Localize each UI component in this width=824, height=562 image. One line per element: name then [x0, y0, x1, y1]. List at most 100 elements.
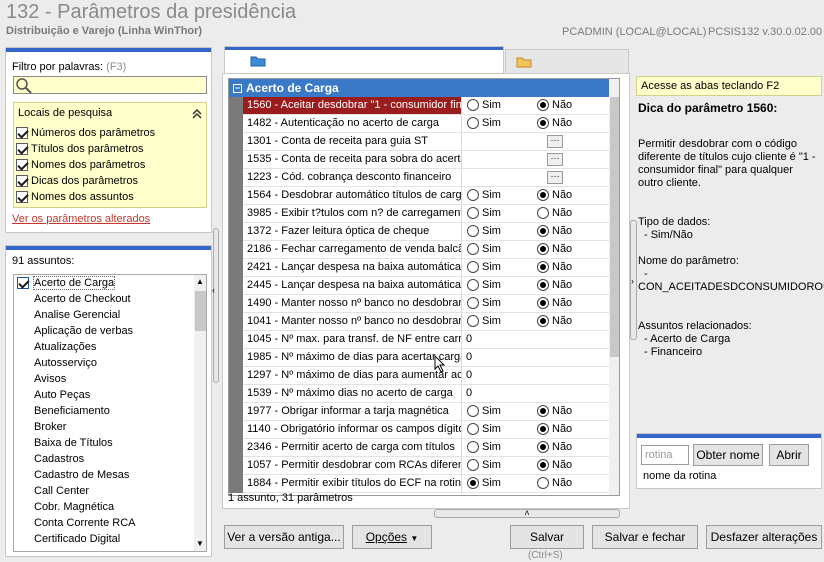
- radio-nao[interactable]: Não: [537, 421, 572, 438]
- number-value[interactable]: 0: [466, 331, 472, 348]
- radio-nao[interactable]: Não: [537, 241, 572, 258]
- radio-nao-icon[interactable]: [537, 459, 549, 472]
- parameter-value[interactable]: Sim Não: [463, 223, 611, 240]
- parameter-name[interactable]: 1482 - Autenticação no acerto de carga: [243, 115, 462, 132]
- parameter-row[interactable]: 2346 - Permitir acerto de carga com títu…: [229, 439, 611, 457]
- get-name-button[interactable]: Obter nome: [693, 444, 763, 466]
- parameter-name[interactable]: 1977 - Obrigar informar a tarja magnétic…: [243, 403, 462, 420]
- parameter-value[interactable]: Sim Não: [463, 259, 611, 276]
- parameter-row[interactable]: 1539 - Nº máximo dias no acerto de carga…: [229, 385, 611, 403]
- parameter-name[interactable]: 1045 - Nº max. para transf. de NF entre …: [243, 331, 462, 348]
- radio-nao-icon[interactable]: [537, 99, 549, 112]
- subject-item[interactable]: Call Center: [14, 483, 206, 499]
- old-version-button[interactable]: Ver a versão antiga...: [224, 525, 344, 549]
- subjects-list[interactable]: Acerto de Carga Acerto de Checkout Analise…: [13, 274, 207, 552]
- radio-nao[interactable]: Não: [537, 403, 572, 420]
- parameter-value[interactable]: 0: [463, 367, 611, 384]
- radio-sim-icon[interactable]: [467, 315, 479, 328]
- rotina-input[interactable]: rotina: [641, 445, 689, 465]
- number-value[interactable]: 0: [466, 385, 472, 402]
- radio-nao[interactable]: Não: [537, 205, 572, 222]
- radio-nao[interactable]: Não: [537, 457, 572, 474]
- subjects-scrollbar[interactable]: ▲ ▼: [194, 275, 206, 551]
- save-close-button[interactable]: Salvar e fechar: [592, 525, 698, 549]
- radio-sim-icon[interactable]: [467, 117, 479, 130]
- radio-sim-icon[interactable]: [467, 261, 479, 274]
- tab-other[interactable]: [505, 49, 629, 73]
- parameter-row[interactable]: 1977 - Obrigar informar a tarja magnétic…: [229, 403, 611, 421]
- parameter-value[interactable]: ···: [463, 169, 611, 186]
- parameter-row[interactable]: 2421 - Lançar despesa na baixa automátic…: [229, 259, 611, 277]
- parameter-value[interactable]: Sim Não: [463, 403, 611, 420]
- parameter-row[interactable]: 1301 - Conta de receita para guia ST ···: [229, 133, 611, 151]
- radio-nao-icon[interactable]: [537, 225, 549, 238]
- parameter-row[interactable]: 1297 - Nº máximo de dias para aumentar a…: [229, 367, 611, 385]
- radio-nao-icon[interactable]: [537, 117, 549, 130]
- radio-nao-icon[interactable]: [537, 297, 549, 310]
- radio-sim[interactable]: Sim: [467, 115, 501, 132]
- parameter-value[interactable]: Sim Não: [463, 187, 611, 204]
- collapse-icon[interactable]: [192, 109, 202, 119]
- radio-nao-icon[interactable]: [537, 279, 549, 292]
- search-location-option[interactable]: Nomes dos assuntos: [16, 189, 155, 205]
- subject-item[interactable]: Acerto de Carga: [14, 275, 206, 291]
- radio-nao[interactable]: Não: [537, 475, 572, 492]
- radio-sim[interactable]: Sim: [467, 223, 501, 240]
- subject-item[interactable]: Cadastros: [14, 451, 206, 467]
- parameter-name[interactable]: 1490 - Manter nosso nº banco no desdobra…: [243, 295, 462, 312]
- radio-sim[interactable]: Sim: [467, 295, 501, 312]
- parameter-value[interactable]: 0: [463, 349, 611, 366]
- parameter-row[interactable]: 1223 - Cód. cobrança desconto financeiro…: [229, 169, 611, 187]
- radio-sim[interactable]: Sim: [467, 475, 501, 492]
- parameter-name[interactable]: 1560 - Aceitar desdobrar "1 - consumidor…: [243, 97, 462, 114]
- parameter-value[interactable]: Sim Não: [463, 475, 611, 492]
- subject-item[interactable]: Acerto de Checkout: [14, 291, 206, 307]
- checkbox-icon[interactable]: [16, 191, 28, 204]
- grid-scroll-thumb[interactable]: [610, 97, 619, 357]
- checkbox-icon[interactable]: [16, 143, 28, 156]
- parameter-value[interactable]: Sim Não: [463, 205, 611, 222]
- parameter-row[interactable]: 1884 - Permitir exibir títulos do ECF na…: [229, 475, 611, 493]
- subject-item[interactable]: Beneficiamento: [14, 403, 206, 419]
- parameter-row[interactable]: 1057 - Permitir desdobrar com RCAs difer…: [229, 457, 611, 475]
- checkbox-icon[interactable]: [16, 175, 28, 188]
- radio-sim[interactable]: Sim: [467, 205, 501, 222]
- altered-params-link[interactable]: Ver os parâmetros alterados: [12, 213, 150, 225]
- left-splitter[interactable]: ‹: [212, 228, 220, 383]
- number-value[interactable]: 0: [466, 367, 472, 384]
- radio-sim[interactable]: Sim: [467, 421, 501, 438]
- radio-sim-icon[interactable]: [467, 297, 479, 310]
- parameter-row[interactable]: 1560 - Aceitar desdobrar "1 - consumidor…: [229, 97, 611, 115]
- lookup-button[interactable]: ···: [547, 135, 563, 148]
- parameter-row[interactable]: 1985 - Nº máximo de dias para acertar ca…: [229, 349, 611, 367]
- radio-sim[interactable]: Sim: [467, 259, 501, 276]
- parameter-value[interactable]: ···: [463, 151, 611, 168]
- undo-button[interactable]: Desfazer alterações: [706, 525, 822, 549]
- subject-item[interactable]: Aplicação de verbas: [14, 323, 206, 339]
- search-location-option[interactable]: Números dos parâmetros: [16, 125, 155, 141]
- parameter-name[interactable]: 1985 - Nº máximo de dias para acertar ca…: [243, 349, 462, 366]
- subject-item[interactable]: Auto Peças: [14, 387, 206, 403]
- subject-item[interactable]: Autosserviço: [14, 355, 206, 371]
- parameter-name[interactable]: 1297 - Nº máximo de dias para aumentar a…: [243, 367, 462, 384]
- radio-nao-icon[interactable]: [537, 423, 549, 436]
- parameter-name[interactable]: 1301 - Conta de receita para guia ST: [243, 133, 462, 150]
- parameter-value[interactable]: 0: [463, 331, 611, 348]
- number-value[interactable]: 0: [466, 349, 472, 366]
- parameter-name[interactable]: 1057 - Permitir desdobrar com RCAs difer…: [243, 457, 462, 474]
- search-location-option[interactable]: Títulos dos parâmetros: [16, 141, 155, 157]
- options-button[interactable]: Opções ▼: [352, 525, 432, 549]
- radio-sim-icon[interactable]: [467, 279, 479, 292]
- radio-sim[interactable]: Sim: [467, 457, 501, 474]
- lookup-button[interactable]: ···: [547, 153, 563, 166]
- parameter-value[interactable]: Sim Não: [463, 241, 611, 258]
- radio-sim-icon[interactable]: [467, 99, 479, 112]
- parameter-row[interactable]: 1041 - Manter nosso nº banco no desdobra…: [229, 313, 611, 331]
- parameter-value[interactable]: Sim Não: [463, 97, 611, 114]
- parameter-name[interactable]: 3985 - Exibir t?tulos com n? de carregam…: [243, 205, 462, 222]
- radio-nao-icon[interactable]: [537, 261, 549, 274]
- radio-sim-icon[interactable]: [467, 189, 479, 202]
- radio-sim[interactable]: Sim: [467, 97, 501, 114]
- radio-nao-icon[interactable]: [537, 243, 549, 256]
- radio-nao[interactable]: Não: [537, 115, 572, 132]
